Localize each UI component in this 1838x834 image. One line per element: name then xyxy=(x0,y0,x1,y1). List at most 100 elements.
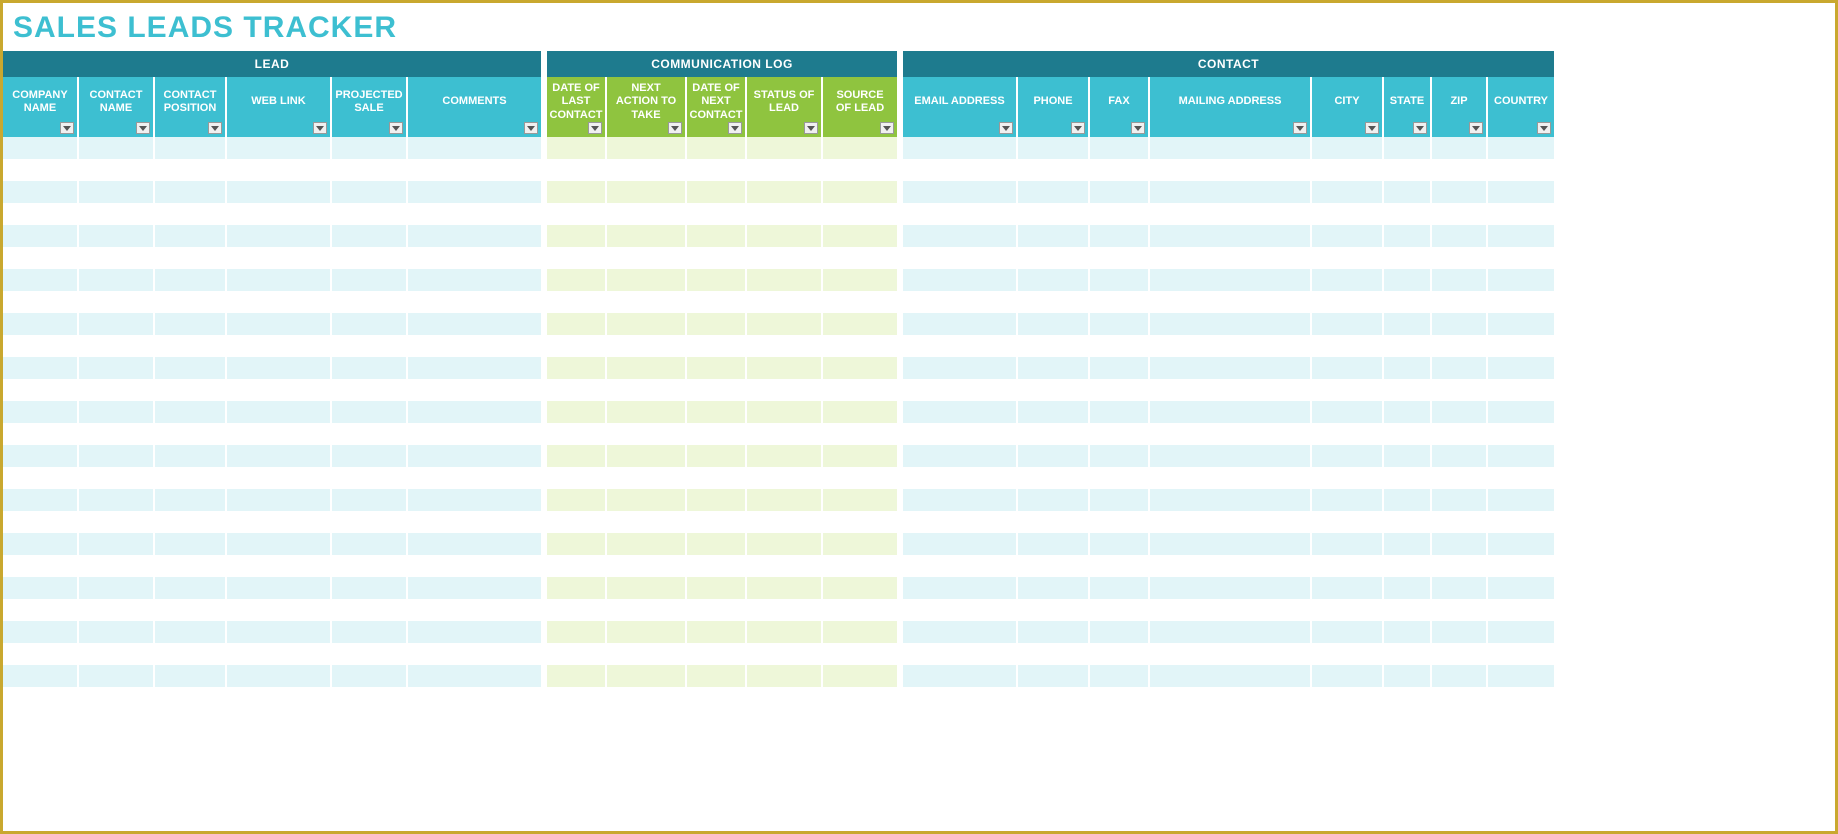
table-cell[interactable] xyxy=(1150,137,1312,159)
column-header[interactable]: SOURCE OF LEAD xyxy=(823,77,899,137)
table-cell[interactable] xyxy=(227,225,332,247)
table-cell[interactable] xyxy=(747,687,823,709)
table-cell[interactable] xyxy=(1018,467,1090,489)
table-cell[interactable] xyxy=(1090,555,1150,577)
table-cell[interactable] xyxy=(79,401,155,423)
table-cell[interactable] xyxy=(903,599,1018,621)
table-cell[interactable] xyxy=(1432,159,1488,181)
table-cell[interactable] xyxy=(79,643,155,665)
table-cell[interactable] xyxy=(1312,643,1384,665)
table-cell[interactable] xyxy=(1312,555,1384,577)
table-cell[interactable] xyxy=(1432,621,1488,643)
table-cell[interactable] xyxy=(1150,291,1312,313)
table-cell[interactable] xyxy=(408,423,543,445)
table-cell[interactable] xyxy=(747,577,823,599)
table-cell[interactable] xyxy=(1312,159,1384,181)
table-cell[interactable] xyxy=(227,137,332,159)
filter-dropdown-icon[interactable] xyxy=(1365,122,1379,134)
filter-dropdown-icon[interactable] xyxy=(588,122,602,134)
table-cell[interactable] xyxy=(823,203,899,225)
table-cell[interactable] xyxy=(155,247,227,269)
table-cell[interactable] xyxy=(547,357,607,379)
table-cell[interactable] xyxy=(687,379,747,401)
table-cell[interactable] xyxy=(1384,225,1432,247)
filter-dropdown-icon[interactable] xyxy=(668,122,682,134)
table-cell[interactable] xyxy=(1090,159,1150,181)
table-cell[interactable] xyxy=(547,203,607,225)
column-header[interactable]: PROJECTED SALE xyxy=(332,77,408,137)
table-cell[interactable] xyxy=(1432,401,1488,423)
table-cell[interactable] xyxy=(1432,379,1488,401)
table-cell[interactable] xyxy=(687,335,747,357)
table-cell[interactable] xyxy=(747,357,823,379)
table-cell[interactable] xyxy=(155,577,227,599)
table-cell[interactable] xyxy=(823,357,899,379)
table-cell[interactable] xyxy=(155,357,227,379)
column-header[interactable]: COUNTRY xyxy=(1488,77,1556,137)
table-cell[interactable] xyxy=(547,599,607,621)
table-cell[interactable] xyxy=(1150,577,1312,599)
table-cell[interactable] xyxy=(1150,401,1312,423)
table-cell[interactable] xyxy=(79,379,155,401)
table-cell[interactable] xyxy=(408,379,543,401)
table-cell[interactable] xyxy=(547,643,607,665)
column-header[interactable]: MAILING ADDRESS xyxy=(1150,77,1312,137)
filter-dropdown-icon[interactable] xyxy=(60,122,74,134)
table-cell[interactable] xyxy=(1312,467,1384,489)
table-cell[interactable] xyxy=(408,577,543,599)
table-cell[interactable] xyxy=(747,533,823,555)
table-cell[interactable] xyxy=(1090,533,1150,555)
table-cell[interactable] xyxy=(687,621,747,643)
filter-dropdown-icon[interactable] xyxy=(728,122,742,134)
table-cell[interactable] xyxy=(687,467,747,489)
table-cell[interactable] xyxy=(227,313,332,335)
table-cell[interactable] xyxy=(227,445,332,467)
table-cell[interactable] xyxy=(3,621,79,643)
table-cell[interactable] xyxy=(408,555,543,577)
table-cell[interactable] xyxy=(903,291,1018,313)
table-cell[interactable] xyxy=(1150,181,1312,203)
table-cell[interactable] xyxy=(1018,313,1090,335)
table-cell[interactable] xyxy=(687,357,747,379)
table-cell[interactable] xyxy=(1384,511,1432,533)
column-header[interactable]: ZIP xyxy=(1432,77,1488,137)
table-cell[interactable] xyxy=(747,379,823,401)
table-cell[interactable] xyxy=(408,621,543,643)
table-cell[interactable] xyxy=(332,489,408,511)
table-cell[interactable] xyxy=(1150,621,1312,643)
table-cell[interactable] xyxy=(823,445,899,467)
table-cell[interactable] xyxy=(607,247,687,269)
table-cell[interactable] xyxy=(1384,357,1432,379)
table-cell[interactable] xyxy=(607,577,687,599)
table-cell[interactable] xyxy=(823,511,899,533)
table-cell[interactable] xyxy=(1432,555,1488,577)
table-cell[interactable] xyxy=(1150,203,1312,225)
table-cell[interactable] xyxy=(1432,445,1488,467)
table-cell[interactable] xyxy=(903,423,1018,445)
table-cell[interactable] xyxy=(1488,291,1556,313)
table-cell[interactable] xyxy=(3,401,79,423)
table-cell[interactable] xyxy=(747,159,823,181)
table-cell[interactable] xyxy=(1312,533,1384,555)
table-cell[interactable] xyxy=(1384,181,1432,203)
table-cell[interactable] xyxy=(1312,511,1384,533)
table-cell[interactable] xyxy=(1018,159,1090,181)
table-cell[interactable] xyxy=(1090,181,1150,203)
filter-dropdown-icon[interactable] xyxy=(389,122,403,134)
table-cell[interactable] xyxy=(155,159,227,181)
table-cell[interactable] xyxy=(1384,379,1432,401)
table-cell[interactable] xyxy=(79,247,155,269)
table-cell[interactable] xyxy=(687,423,747,445)
column-header[interactable]: CONTACT NAME xyxy=(79,77,155,137)
table-cell[interactable] xyxy=(3,269,79,291)
table-cell[interactable] xyxy=(79,291,155,313)
table-cell[interactable] xyxy=(1018,555,1090,577)
table-cell[interactable] xyxy=(332,643,408,665)
table-cell[interactable] xyxy=(607,511,687,533)
table-cell[interactable] xyxy=(1150,533,1312,555)
table-cell[interactable] xyxy=(332,599,408,621)
table-cell[interactable] xyxy=(1384,335,1432,357)
table-cell[interactable] xyxy=(1018,401,1090,423)
table-cell[interactable] xyxy=(687,643,747,665)
table-cell[interactable] xyxy=(332,269,408,291)
